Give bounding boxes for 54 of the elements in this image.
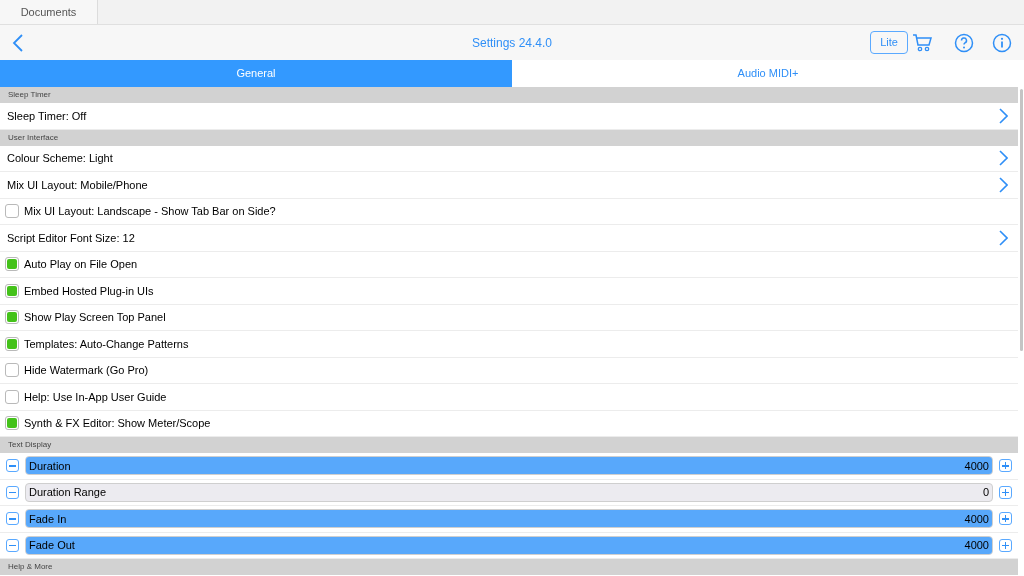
checkbox-label: Hide Watermark (Go Pro) xyxy=(24,363,149,378)
checkbox[interactable] xyxy=(5,416,19,431)
section-header: Sleep Timer xyxy=(0,87,1018,103)
slider-value: 4000 xyxy=(964,458,989,474)
chevron-right-icon xyxy=(999,229,1008,246)
checkbox-label: Auto Play on File Open xyxy=(24,257,138,272)
info-icon[interactable] xyxy=(992,32,1012,53)
slider-label: Duration xyxy=(29,458,71,474)
checkbox[interactable] xyxy=(5,257,19,272)
checkbox[interactable] xyxy=(5,336,19,351)
back-icon[interactable] xyxy=(12,33,23,52)
chevron-right-icon xyxy=(999,176,1008,193)
slider-label: Fade Out xyxy=(29,538,75,553)
minus-button[interactable] xyxy=(6,459,19,473)
cart-icon[interactable] xyxy=(912,33,932,52)
document-tab[interactable]: Documents xyxy=(0,0,98,24)
help-icon[interactable] xyxy=(954,32,974,53)
checkbox-label: Embed Hosted Plug-in UIs xyxy=(24,283,154,299)
plus-button[interactable] xyxy=(999,512,1012,526)
plus-button[interactable] xyxy=(999,538,1012,552)
slider-label: Fade In xyxy=(29,511,67,527)
row-label: Script Editor Font Size: 12 xyxy=(7,230,135,246)
row-label: Mix UI Layout: Mobile/Phone xyxy=(7,177,148,193)
checkbox-label: Templates: Auto-Change Patterns xyxy=(24,336,189,352)
section-header: Help & More xyxy=(0,559,1018,575)
row-label: Sleep Timer: Off xyxy=(7,108,87,124)
plus-button[interactable] xyxy=(999,485,1012,499)
slider-track[interactable]: Fade In 4000 xyxy=(25,509,993,529)
row-label: Colour Scheme: Light xyxy=(7,151,113,166)
slider-value: 4000 xyxy=(964,511,989,527)
chevron-right-icon xyxy=(999,150,1008,167)
checkbox-label: Help: Use In-App User Guide xyxy=(24,389,167,405)
chevron-right-icon xyxy=(999,107,1008,124)
checkbox[interactable] xyxy=(5,283,19,298)
slider-value: 4000 xyxy=(964,538,989,553)
checkbox-label: Show Play Screen Top Panel xyxy=(24,310,166,325)
slider-track[interactable]: Duration Range 0 xyxy=(25,482,993,502)
slider-track[interactable]: Duration 4000 xyxy=(25,456,993,476)
minus-button[interactable] xyxy=(6,538,19,552)
checkbox[interactable] xyxy=(5,389,19,404)
checkbox[interactable] xyxy=(5,363,19,378)
checkbox-label: Mix UI Layout: Landscape - Show Tab Bar on Side? xyxy=(24,204,276,219)
section-header: Text Display xyxy=(0,437,1018,453)
checkbox[interactable] xyxy=(5,204,19,219)
slider-value: 0 xyxy=(982,485,989,500)
minus-button[interactable] xyxy=(6,485,19,499)
plus-button[interactable] xyxy=(999,459,1012,473)
slider-label: Duration Range xyxy=(29,485,107,500)
checkbox-label: Synth & FX Editor: Show Meter/Scope xyxy=(24,416,211,431)
minus-button[interactable] xyxy=(6,512,19,526)
scroll-bar[interactable] xyxy=(1020,89,1023,351)
slider-track[interactable]: Fade Out 4000 xyxy=(25,535,993,555)
page-title: Settings 24.4.0 xyxy=(471,34,553,52)
checkbox[interactable] xyxy=(5,310,19,325)
